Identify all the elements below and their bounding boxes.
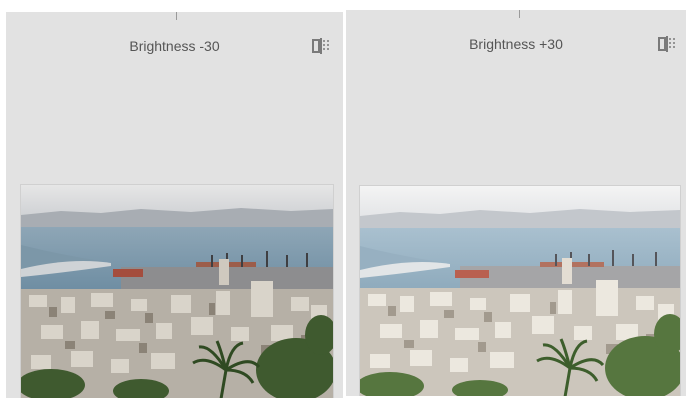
compare-split-icon — [658, 36, 675, 52]
compare-button[interactable] — [312, 38, 330, 54]
compare-split-icon — [312, 38, 329, 54]
brightness-slider-center-tick — [519, 10, 520, 18]
editor-panel-left: Brightness -30 — [6, 12, 343, 398]
edited-photo — [20, 184, 334, 398]
editor-panel-right: Brightness +30 — [346, 10, 686, 396]
adjustment-label: Brightness -30 — [129, 38, 220, 54]
city-harbor-photo — [21, 185, 333, 398]
adjustment-label: Brightness +30 — [469, 36, 563, 52]
city-harbor-photo — [360, 186, 680, 396]
edited-photo — [359, 185, 681, 396]
compare-button[interactable] — [658, 36, 676, 52]
brightness-slider-center-tick — [176, 12, 177, 20]
